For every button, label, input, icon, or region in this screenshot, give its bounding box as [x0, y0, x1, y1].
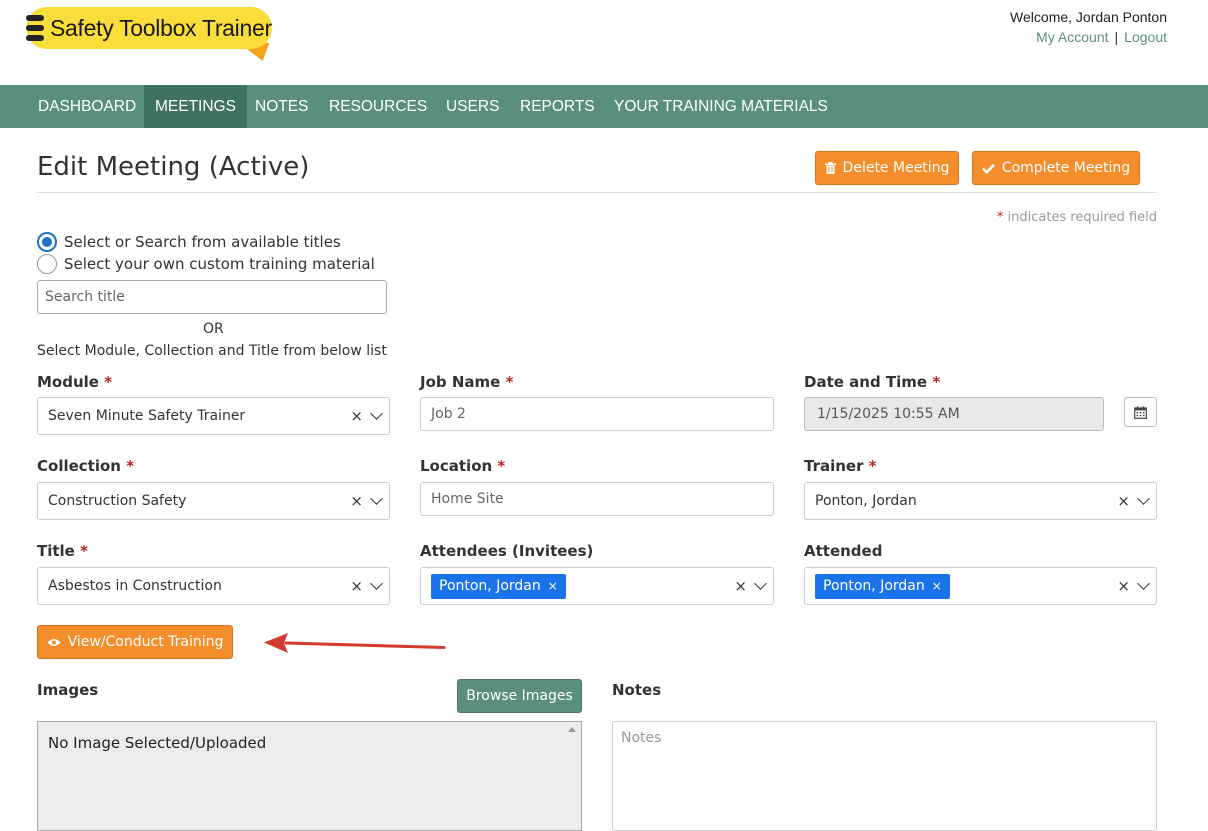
radio-button-unchecked[interactable] — [37, 254, 57, 274]
radio-custom-material[interactable]: Select your own custom training material — [37, 254, 375, 274]
calendar-button[interactable] — [1124, 397, 1157, 427]
title-label: Title * — [37, 542, 88, 560]
attendee-tag-label: Ponton, Jordan — [439, 578, 541, 594]
location-input[interactable]: Home Site — [420, 482, 774, 516]
job-name-value: Job 2 — [431, 406, 466, 422]
nav-resources[interactable]: RESOURCES — [318, 85, 438, 128]
delete-meeting-label: Delete Meeting — [842, 160, 950, 176]
clear-icon[interactable]: × — [734, 577, 747, 595]
module-label: Module * — [37, 373, 113, 391]
radio-available-titles[interactable]: Select or Search from available titles — [37, 232, 341, 252]
logo-stripes-icon — [26, 15, 44, 41]
chevron-down-icon[interactable] — [754, 577, 767, 590]
clear-icon[interactable]: × — [350, 492, 363, 510]
radio-available-label: Select or Search from available titles — [64, 233, 341, 251]
clear-icon[interactable]: × — [1117, 577, 1130, 595]
nav-users[interactable]: USERS — [435, 85, 510, 128]
required-star: * — [996, 210, 1004, 225]
title-value: Asbestos in Construction — [48, 578, 222, 594]
clear-icon[interactable]: × — [1117, 492, 1130, 510]
trainer-select[interactable]: Ponton, Jordan × — [804, 482, 1157, 520]
attendees-select[interactable]: Ponton, Jordan × × — [420, 567, 774, 605]
page-title: Edit Meeting (Active) — [37, 152, 310, 182]
link-separator: | — [1114, 29, 1119, 45]
complete-meeting-button[interactable]: Complete Meeting — [972, 151, 1140, 185]
account-links: My Account | Logout — [1036, 29, 1167, 45]
images-panel: No Image Selected/Uploaded — [37, 721, 582, 831]
title-select[interactable]: Asbestos in Construction × — [37, 567, 390, 605]
calendar-icon — [1134, 405, 1147, 419]
collection-select[interactable]: Construction Safety × — [37, 482, 390, 520]
attendee-tag: Ponton, Jordan × — [431, 573, 566, 599]
my-account-link[interactable]: My Account — [1036, 29, 1108, 45]
nav-meetings[interactable]: MEETINGS — [144, 85, 247, 128]
main-nav: DASHBOARD MEETINGS NOTES RESOURCES USERS… — [0, 85, 1208, 128]
job-name-input[interactable]: Job 2 — [420, 397, 774, 431]
collection-label: Collection * — [37, 457, 135, 475]
tag-remove-icon[interactable]: × — [932, 579, 942, 593]
nav-dashboard[interactable]: DASHBOARD — [27, 85, 147, 128]
module-select[interactable]: Seven Minute Safety Trainer × — [37, 397, 390, 435]
required-note-text: indicates required field — [1007, 210, 1157, 225]
eye-icon — [47, 638, 61, 646]
chevron-down-icon[interactable] — [370, 492, 383, 505]
notes-textarea[interactable] — [612, 721, 1157, 831]
nav-reports[interactable]: REPORTS — [509, 85, 606, 128]
clear-icon[interactable]: × — [350, 407, 363, 425]
tag-remove-icon[interactable]: × — [548, 579, 558, 593]
title-divider — [37, 192, 1157, 193]
required-field-note: * indicates required field — [997, 210, 1157, 225]
attended-tag-label: Ponton, Jordan — [823, 578, 925, 594]
job-name-label: Job Name * — [420, 373, 514, 391]
radio-button-checked[interactable] — [37, 232, 57, 252]
no-image-text: No Image Selected/Uploaded — [48, 734, 267, 752]
search-title-input[interactable] — [37, 280, 387, 314]
trainer-value: Ponton, Jordan — [815, 493, 917, 509]
radio-custom-label: Select your own custom training material — [64, 255, 375, 273]
date-time-value: 1/15/2025 10:55 AM — [817, 406, 960, 422]
attendees-label: Attendees (Invitees) — [420, 542, 594, 560]
chevron-down-icon[interactable] — [1137, 577, 1150, 590]
nav-notes[interactable]: NOTES — [244, 85, 319, 128]
chevron-down-icon[interactable] — [370, 577, 383, 590]
nav-your-training-materials[interactable]: YOUR TRAINING MATERIALS — [603, 85, 839, 128]
view-conduct-label: View/Conduct Training — [67, 634, 224, 650]
select-instruction: Select Module, Collection and Title from… — [37, 343, 387, 359]
annotation-arrow — [264, 633, 446, 653]
attended-tag: Ponton, Jordan × — [815, 573, 950, 599]
images-label: Images — [37, 681, 99, 699]
check-icon — [981, 163, 995, 174]
clear-icon[interactable]: × — [350, 577, 363, 595]
delete-meeting-button[interactable]: Delete Meeting — [815, 151, 959, 185]
or-text: OR — [203, 321, 224, 337]
scroll-up-icon[interactable] — [568, 727, 576, 732]
chevron-down-icon[interactable] — [1137, 492, 1150, 505]
logo-text: Safety Toolbox Trainer — [50, 15, 272, 41]
trash-icon — [824, 162, 836, 174]
chevron-down-icon[interactable] — [370, 407, 383, 420]
welcome-text: Welcome, Jordan Ponton — [1010, 9, 1167, 25]
date-time-label: Date and Time * — [804, 373, 941, 391]
attended-label: Attended — [804, 542, 883, 560]
location-value: Home Site — [431, 491, 504, 507]
attended-select[interactable]: Ponton, Jordan × × — [804, 567, 1157, 605]
trainer-label: Trainer * — [804, 457, 877, 475]
notes-label: Notes — [612, 681, 662, 699]
collection-value: Construction Safety — [48, 493, 187, 509]
browse-images-button[interactable]: Browse Images — [457, 679, 582, 713]
logo[interactable]: Safety Toolbox Trainer — [26, 7, 272, 62]
location-label: Location * — [420, 457, 506, 475]
date-time-input: 1/15/2025 10:55 AM — [804, 397, 1104, 431]
logout-link[interactable]: Logout — [1124, 29, 1167, 45]
view-conduct-training-button[interactable]: View/Conduct Training — [37, 625, 233, 659]
complete-meeting-label: Complete Meeting — [1001, 160, 1131, 176]
module-value: Seven Minute Safety Trainer — [48, 408, 246, 424]
